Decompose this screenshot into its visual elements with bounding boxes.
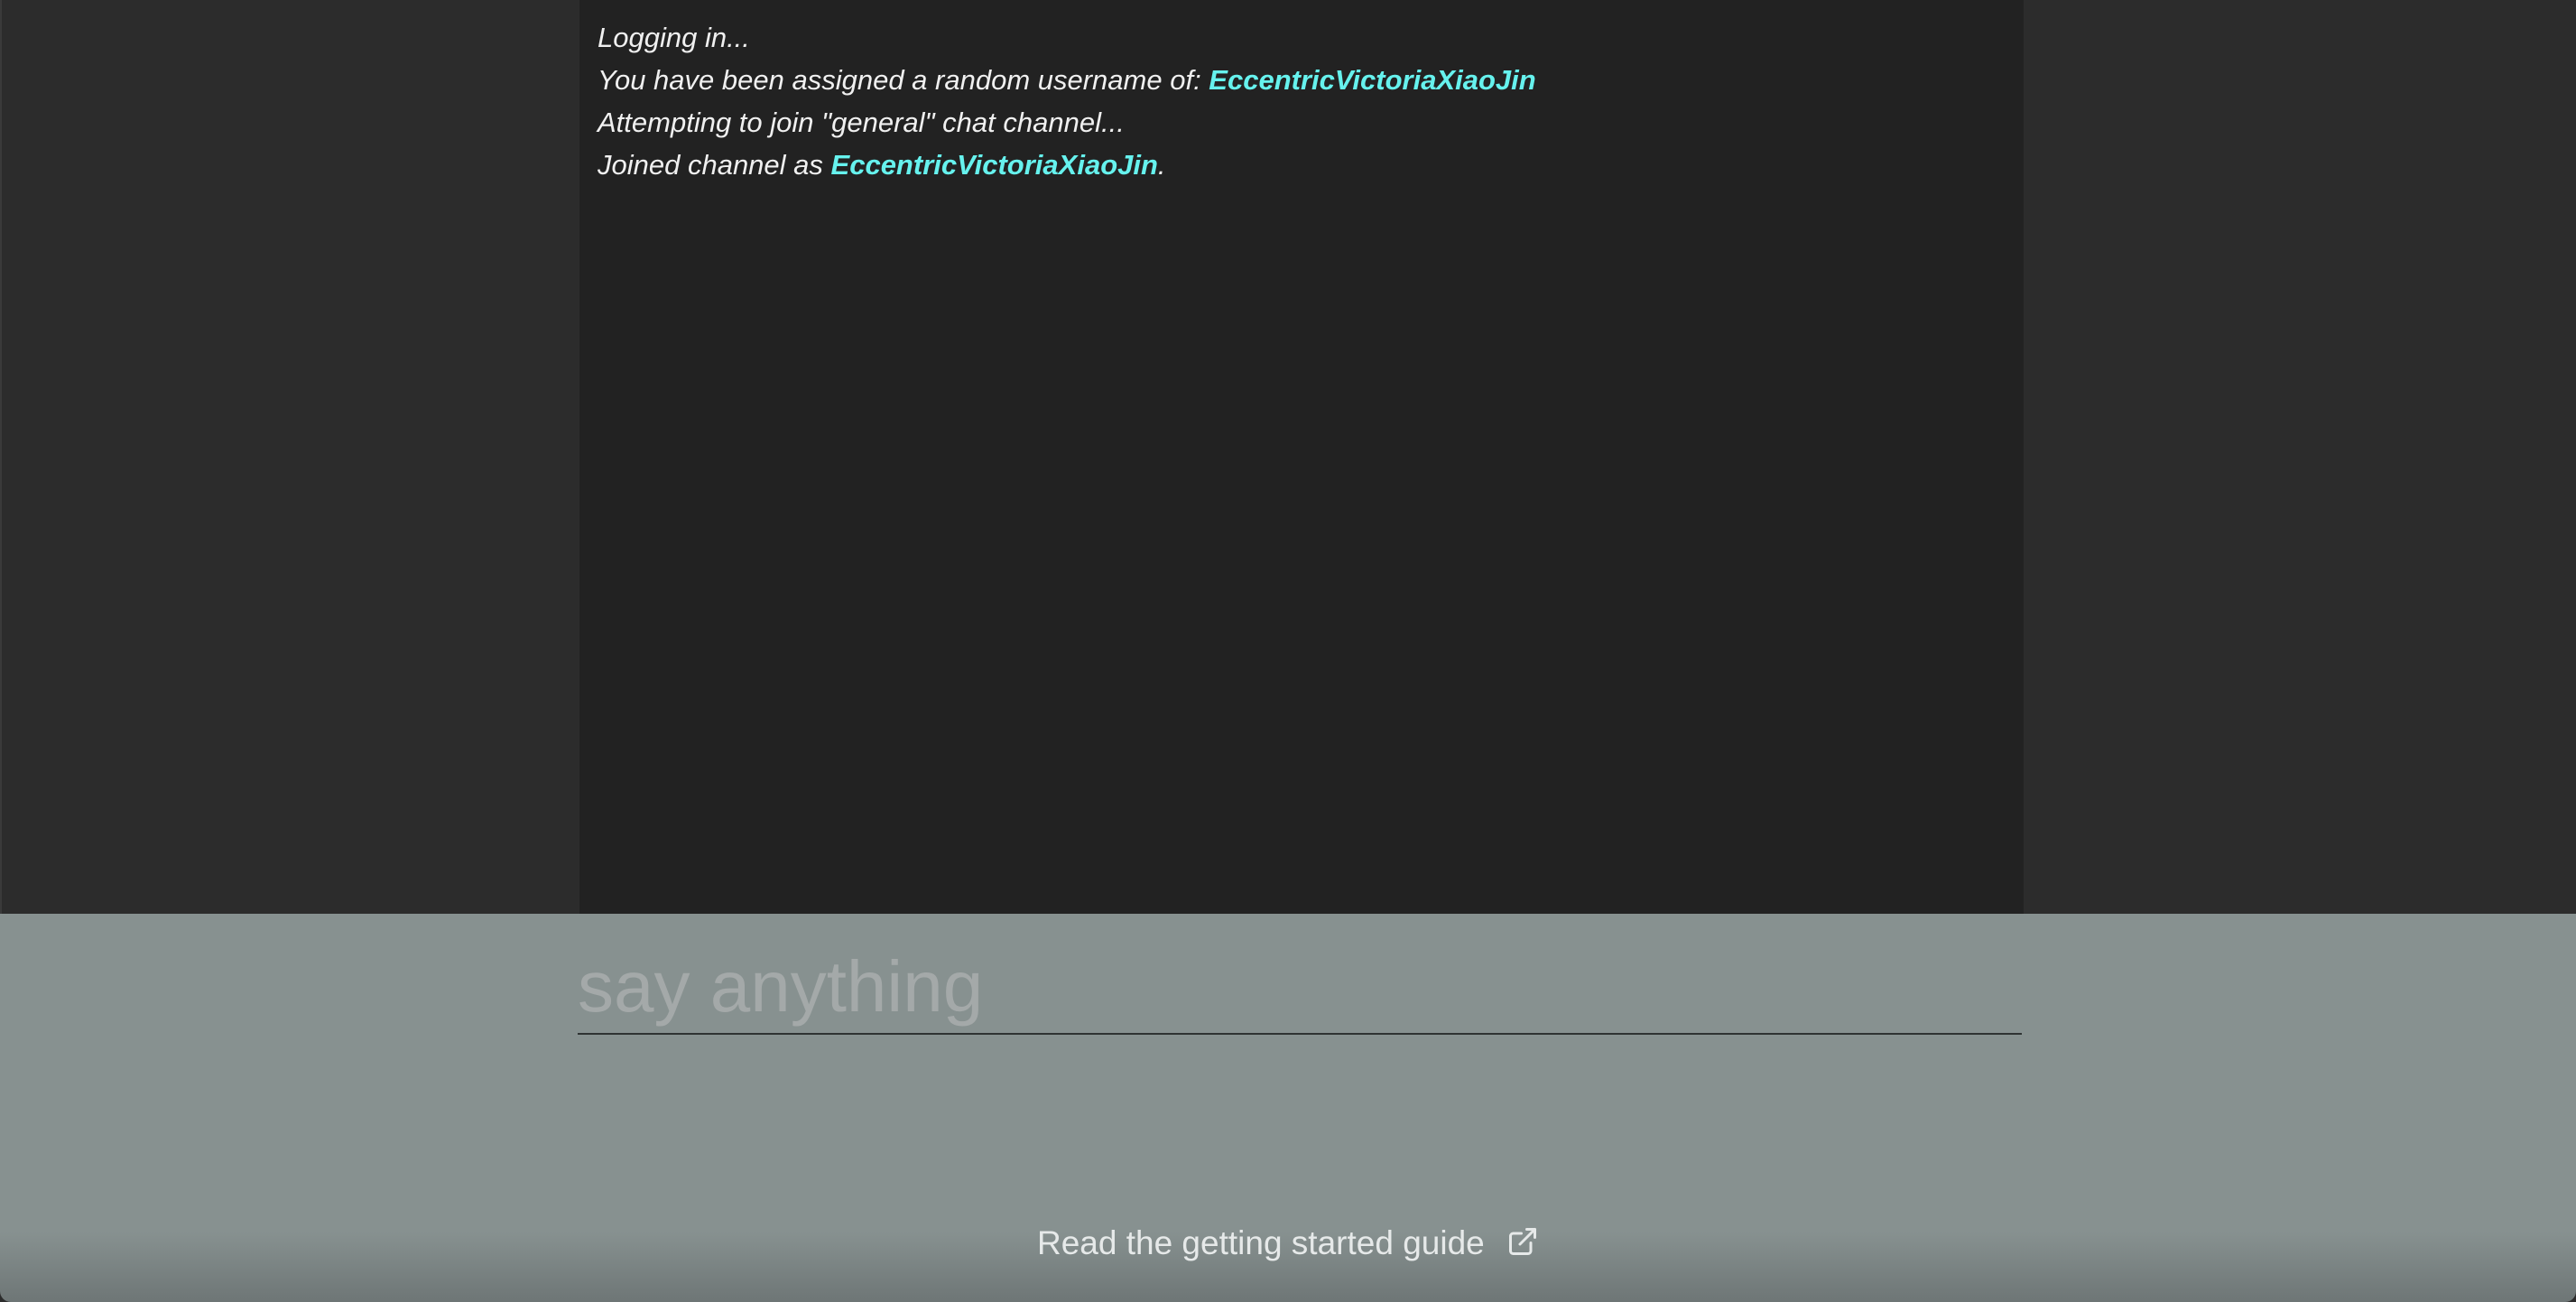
log-line-joining-channel: Attempting to join "general" chat channe… (598, 101, 2006, 144)
guide-link-label: Read the getting started guide (1036, 1224, 1485, 1261)
input-area: Read the getting started guide (0, 914, 2576, 1302)
external-link-icon (1509, 1228, 1537, 1255)
log-text: You have been assigned a random username… (598, 64, 1209, 96)
log-line-logging-in: Logging in... (598, 16, 2006, 59)
getting-started-guide-link[interactable]: Read the getting started guide (0, 1221, 2576, 1266)
log-text: Joined channel as (598, 149, 831, 181)
chat-background: Logging in... You have been assigned a r… (0, 0, 2576, 914)
log-text: Logging in... (598, 22, 750, 53)
username: EccentricVictoriaXiaoJin (1209, 64, 1536, 96)
username: EccentricVictoriaXiaoJin (830, 149, 1158, 181)
chat-log: Logging in... You have been assigned a r… (579, 0, 2024, 914)
log-text: . (1157, 149, 1166, 181)
log-line-username-assigned: You have been assigned a random username… (598, 59, 2006, 101)
message-input[interactable] (578, 941, 2022, 1035)
log-line-joined-channel: Joined channel as EccentricVictoriaXiaoJ… (598, 144, 2006, 186)
chat-app: Logging in... You have been assigned a r… (0, 0, 2576, 1302)
log-text: Attempting to join "general" chat channe… (598, 107, 1125, 138)
